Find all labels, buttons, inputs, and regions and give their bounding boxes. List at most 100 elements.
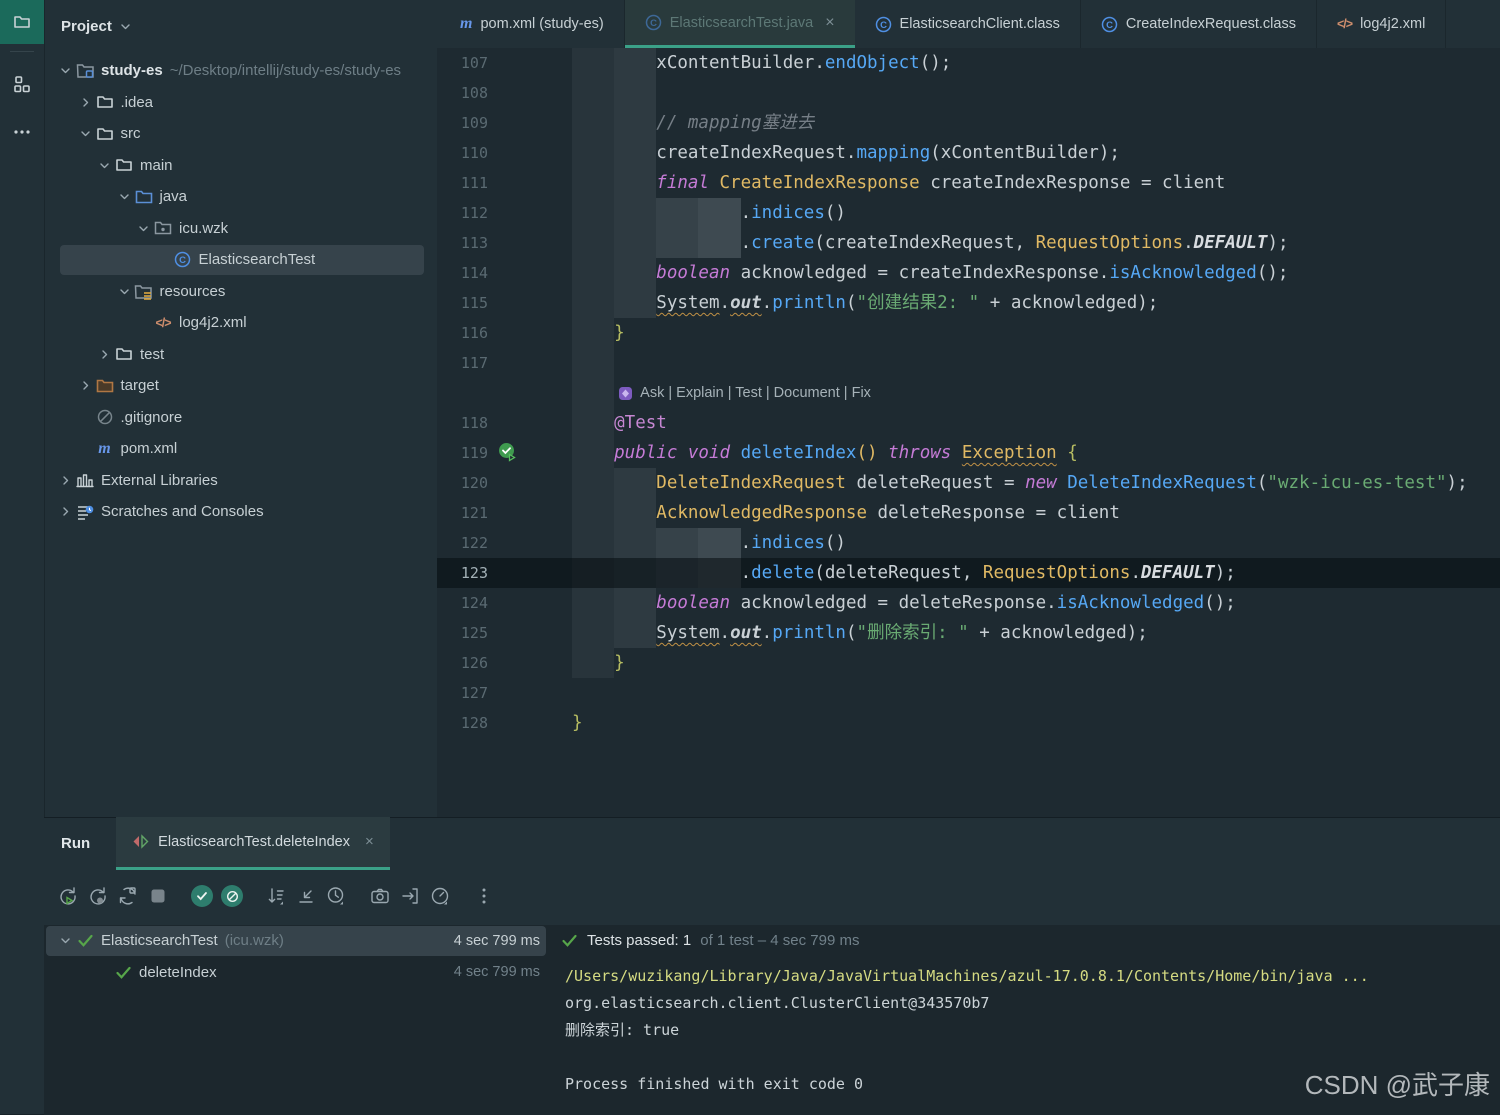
stop-icon[interactable] [143, 882, 173, 910]
tool-more[interactable] [0, 110, 44, 154]
chevron-right-icon[interactable] [56, 472, 75, 488]
code-line[interactable]: 113 .create(createIndexRequest, RequestO… [437, 228, 1500, 258]
run-configuration-tab[interactable]: ElasticsearchTest.deleteIndex × [116, 817, 390, 870]
tool-structure[interactable] [0, 62, 44, 106]
code-line[interactable]: 115 System.out.println("创建结果2: " + ackno… [437, 288, 1500, 318]
chevron-right-icon[interactable] [76, 378, 95, 394]
code-line[interactable]: 128} [437, 708, 1500, 738]
line-number[interactable]: 110 [437, 138, 488, 168]
test-result-elasticsearchtest[interactable]: ElasticsearchTest (icu.wzk)4 sec 799 ms [44, 925, 556, 957]
line-number[interactable]: 120 [437, 468, 488, 498]
line-number[interactable]: 123 [437, 558, 488, 588]
line-number[interactable]: 119 [437, 438, 488, 468]
line-number[interactable]: 113 [437, 228, 488, 258]
show-ignored-icon[interactable] [217, 882, 247, 910]
line-number[interactable]: 128 [437, 708, 488, 738]
auto-rerun-icon[interactable] [113, 882, 143, 910]
tree-item-external-libraries[interactable]: External Libraries [45, 465, 437, 497]
code-line[interactable]: 117 [437, 348, 1500, 378]
code-line[interactable]: 125 System.out.println("删除索引: " + acknow… [437, 618, 1500, 648]
code-line[interactable]: 120 DeleteIndexRequest deleteRequest = n… [437, 468, 1500, 498]
line-number[interactable]: 114 [437, 258, 488, 288]
tree-item-log4j2-xml[interactable]: </>log4j2.xml [45, 307, 437, 339]
tree-item-src[interactable]: src [45, 118, 437, 150]
chevron-right-icon[interactable] [95, 346, 114, 362]
line-number[interactable]: 115 [437, 288, 488, 318]
tree-item-scratches-and-consoles[interactable]: Scratches and Consoles [45, 496, 437, 528]
code-line[interactable]: 108 [437, 78, 1500, 108]
line-number[interactable]: 118 [437, 408, 488, 438]
code-line[interactable]: 114 boolean acknowledged = createIndexRe… [437, 258, 1500, 288]
editor-tab-elasticsearchtest-java[interactable]: CElasticsearchTest.java× [625, 0, 855, 48]
line-number[interactable]: 121 [437, 498, 488, 528]
editor-tab-createindexrequest-class[interactable]: CCreateIndexRequest.class [1081, 0, 1317, 48]
code-line[interactable]: 118 @Test [437, 408, 1500, 438]
code-line[interactable]: 123 .delete(deleteRequest, RequestOption… [437, 558, 1500, 588]
code-line[interactable]: 112 .indices() [437, 198, 1500, 228]
collapse-icon[interactable] [291, 882, 321, 910]
ai-assistant-actions[interactable]: Ask | Explain | Test | Document | Fix [618, 378, 871, 408]
project-panel-header[interactable]: Project [45, 0, 437, 52]
line-number[interactable]: 127 [437, 678, 488, 708]
line-number[interactable]: 116 [437, 318, 488, 348]
chevron-down-icon[interactable] [56, 63, 75, 79]
code-line[interactable]: 109 // mapping塞进去 [437, 108, 1500, 138]
history-icon[interactable] [321, 882, 351, 910]
chevron-down-icon[interactable] [134, 220, 153, 236]
line-number[interactable]: 112 [437, 198, 488, 228]
code-line[interactable]: 122 .indices() [437, 528, 1500, 558]
export-icon[interactable] [395, 882, 425, 910]
chevron-down-icon[interactable] [119, 20, 132, 33]
chevron-down-icon[interactable] [115, 283, 134, 299]
line-number[interactable]: 122 [437, 528, 488, 558]
tree-item-target[interactable]: target [45, 370, 437, 402]
tree-item-java[interactable]: java [45, 181, 437, 213]
ai-inlay-hint-row[interactable]: Ask | Explain | Test | Document | Fix [437, 378, 1500, 408]
line-number[interactable]: 111 [437, 168, 488, 198]
chevron-down-icon[interactable] [76, 126, 95, 142]
code-line[interactable]: 126 } [437, 648, 1500, 678]
line-number[interactable]: 109 [437, 108, 488, 138]
more-vertical-icon[interactable] [469, 882, 499, 910]
rerun-failed-icon[interactable] [83, 882, 113, 910]
line-number[interactable]: 108 [437, 78, 488, 108]
code-line[interactable]: 119 public void deleteIndex() throws Exc… [437, 438, 1500, 468]
profiler-icon[interactable] [425, 882, 455, 910]
tree-item-study-es[interactable]: study-es~/Desktop/intellij/study-es/stud… [45, 55, 437, 87]
editor[interactable]: 107 xContentBuilder.endObject();108109 /… [437, 48, 1500, 817]
close-icon[interactable]: × [365, 833, 374, 850]
editor-tab-pom-xml-study-es-[interactable]: mpom.xml (study-es) [440, 0, 625, 48]
chevron-down-icon[interactable] [56, 933, 75, 949]
tree-item-icu-wzk[interactable]: icu.wzk [45, 213, 437, 245]
code-line[interactable]: 110 createIndexRequest.mapping(xContentB… [437, 138, 1500, 168]
editor-tab-log4j2-xml[interactable]: </>log4j2.xml [1317, 0, 1446, 48]
editor-tab-elasticsearchclient-class[interactable]: CElasticsearchClient.class [855, 0, 1081, 48]
line-number[interactable]: 126 [437, 648, 488, 678]
chevron-right-icon[interactable] [76, 94, 95, 110]
code-line[interactable]: 116 } [437, 318, 1500, 348]
snapshot-icon[interactable] [365, 882, 395, 910]
close-icon[interactable]: × [825, 14, 834, 32]
show-passed-icon[interactable] [187, 882, 217, 910]
chevron-down-icon[interactable] [115, 189, 134, 205]
sort-icon[interactable] [261, 882, 291, 910]
chevron-down-icon[interactable] [95, 157, 114, 173]
ai-actions-label[interactable]: Ask | Explain | Test | Document | Fix [640, 385, 871, 401]
tool-project[interactable] [0, 0, 44, 44]
test-result-deleteindex[interactable]: deleteIndex4 sec 799 ms [44, 957, 556, 989]
run-test-gutter-icon[interactable] [497, 442, 518, 463]
line-number[interactable]: 117 [437, 348, 488, 378]
tree-item--gitignore[interactable]: .gitignore [45, 402, 437, 434]
line-number[interactable]: 125 [437, 618, 488, 648]
chevron-right-icon[interactable] [56, 504, 75, 520]
tree-item-test[interactable]: test [45, 339, 437, 371]
code-line[interactable]: 111 final CreateIndexResponse createInde… [437, 168, 1500, 198]
line-number[interactable]: 124 [437, 588, 488, 618]
code-line[interactable]: 127 [437, 678, 1500, 708]
tree-item-resources[interactable]: resources [45, 276, 437, 308]
code-line[interactable]: 107 xContentBuilder.endObject(); [437, 48, 1500, 78]
line-number[interactable]: 107 [437, 48, 488, 78]
code-line[interactable]: 121 AcknowledgedResponse deleteResponse … [437, 498, 1500, 528]
tree-item-pom-xml[interactable]: mpom.xml [45, 433, 437, 465]
tree-item-main[interactable]: main [45, 150, 437, 182]
